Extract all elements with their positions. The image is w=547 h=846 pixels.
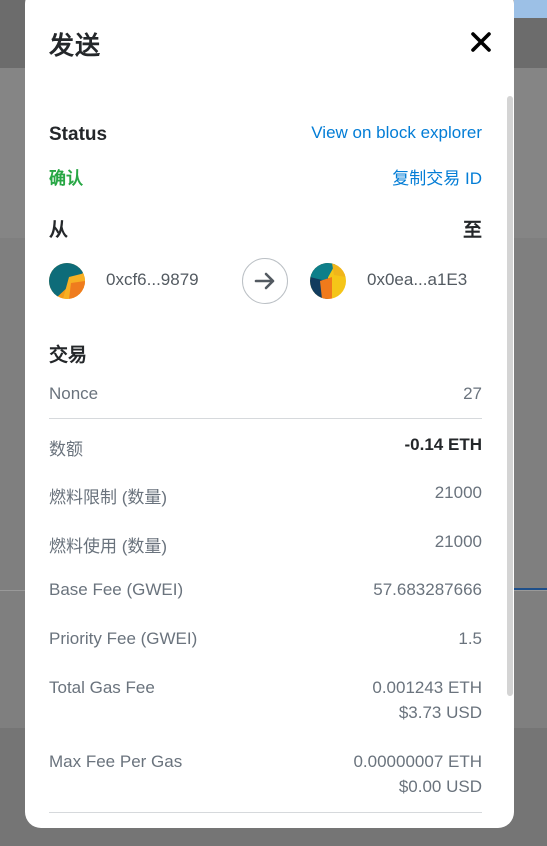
row-value-usd: $0.00 USD <box>398 777 482 796</box>
row-label: Nonce <box>49 384 99 403</box>
to-label: 至 <box>462 220 482 241</box>
status-badge: 确认 <box>49 169 83 188</box>
scrollbar[interactable] <box>507 96 513 696</box>
row-value: 27 <box>463 384 482 403</box>
arrow-circle <box>242 258 288 304</box>
row-label: Priority Fee (GWEI) <box>49 629 198 648</box>
transaction-details-modal: 发送 Status View on block explorer 确认 复制交易… <box>25 0 514 828</box>
row-label: Base Fee (GWEI) <box>49 580 184 599</box>
row-value: 0.001243 ETH <box>372 678 482 697</box>
divider <box>49 812 482 813</box>
background-accent <box>514 0 547 18</box>
arrow-right-icon <box>254 272 275 290</box>
row-value: 57.683287666 <box>373 580 482 599</box>
row-value: 21000 <box>434 483 482 502</box>
status-label: Status <box>49 124 108 145</box>
view-on-block-explorer-link[interactable]: View on block explorer <box>311 123 482 143</box>
to-address[interactable]: 0x0ea...a1E3 <box>367 270 467 290</box>
row-label: 燃料使用 (数量) <box>49 537 168 556</box>
row-label: 燃料限制 (数量) <box>49 488 168 507</box>
from-address[interactable]: 0xcf6...9879 <box>106 270 199 290</box>
background-tab-indicator <box>514 588 547 590</box>
copy-transaction-id-link[interactable]: 复制交易 ID <box>392 164 482 189</box>
row-value: 1.5 <box>458 629 482 648</box>
close-icon[interactable] <box>469 30 493 54</box>
row-value: 0.00000007 ETH <box>353 752 482 771</box>
row-label: Total Gas Fee <box>49 678 155 697</box>
from-account-avatar[interactable] <box>49 263 85 299</box>
modal-title: 发送 <box>49 32 102 60</box>
row-label: Max Fee Per Gas <box>49 752 183 771</box>
to-account-avatar[interactable] <box>310 263 346 299</box>
divider <box>49 418 482 419</box>
transaction-section-title: 交易 <box>49 345 88 366</box>
from-label: 从 <box>49 220 69 241</box>
row-value-usd: $3.73 USD <box>398 703 482 722</box>
row-label: 数额 <box>49 440 83 459</box>
row-value: 21000 <box>434 532 482 551</box>
row-value: -0.14 ETH <box>404 435 482 454</box>
